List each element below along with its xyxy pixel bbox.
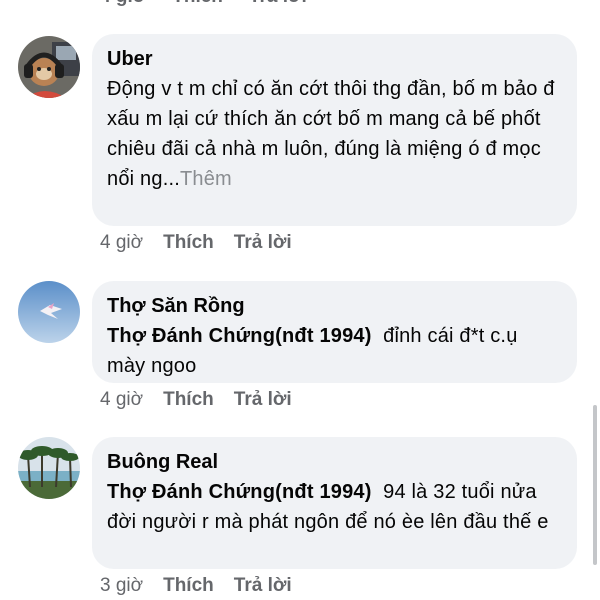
reply-button[interactable]: Trả lời xyxy=(234,232,292,254)
comment-bubble: Thợ Săn Rồng Thợ Đánh Chứng(nđt 1994) đỉ… xyxy=(92,281,577,383)
comment-time[interactable]: 4 giờ xyxy=(100,389,143,411)
comment-bubble: Buông Real Thợ Đánh Chứng(nđt 1994) 94 l… xyxy=(92,437,577,569)
comment-time: 4 giờ xyxy=(100,0,146,8)
scrollbar[interactable] xyxy=(593,405,597,565)
like-button[interactable]: Thích xyxy=(163,389,214,411)
like-button[interactable]: Thích xyxy=(163,575,214,597)
previous-comment-actions: 4 giờ Thích Trả lời xyxy=(100,0,307,8)
see-more-link[interactable]: Thêm xyxy=(180,168,232,190)
comment-author[interactable]: Uber xyxy=(107,44,559,74)
like-button[interactable]: Thích xyxy=(163,232,214,254)
mention-link[interactable]: Thợ Đánh Chứng(nđt 1994) xyxy=(107,325,372,347)
like-button[interactable]: Thích xyxy=(172,0,223,8)
comment-time[interactable]: 4 giờ xyxy=(100,232,143,254)
comment-author[interactable]: Thợ Săn Rồng xyxy=(107,291,559,321)
comment-text: Thợ Đánh Chứng(nđt 1994) 94 là 32 tuổi n… xyxy=(107,477,559,537)
comment-actions: 3 giờ Thích Trả lời xyxy=(100,575,292,597)
reply-button[interactable]: Trả lời xyxy=(234,389,292,411)
comment-author[interactable]: Buông Real xyxy=(107,447,559,477)
reply-button[interactable]: Trả lời xyxy=(234,575,292,597)
sky-bird-avatar[interactable] xyxy=(18,281,80,343)
reply-button[interactable]: Trả lời xyxy=(249,0,307,8)
comment-text: Động v t m chỉ có ăn cớt thôi thg đần, b… xyxy=(107,74,559,194)
cat-headphones-avatar[interactable] xyxy=(18,36,80,98)
comment-actions: 4 giờ Thích Trả lời xyxy=(100,389,292,411)
comment-bubble: Uber Động v t m chỉ có ăn cớt thôi thg đ… xyxy=(92,34,577,226)
palm-trees-avatar[interactable] xyxy=(18,437,80,499)
comment-time[interactable]: 3 giờ xyxy=(100,575,143,597)
comment-body: Động v t m chỉ có ăn cớt thôi thg đần, b… xyxy=(107,78,555,190)
comment-text: Thợ Đánh Chứng(nđt 1994) đỉnh cái đ*t c.… xyxy=(107,321,559,381)
comment-actions: 4 giờ Thích Trả lời xyxy=(100,232,292,254)
mention-link[interactable]: Thợ Đánh Chứng(nđt 1994) xyxy=(107,481,372,503)
